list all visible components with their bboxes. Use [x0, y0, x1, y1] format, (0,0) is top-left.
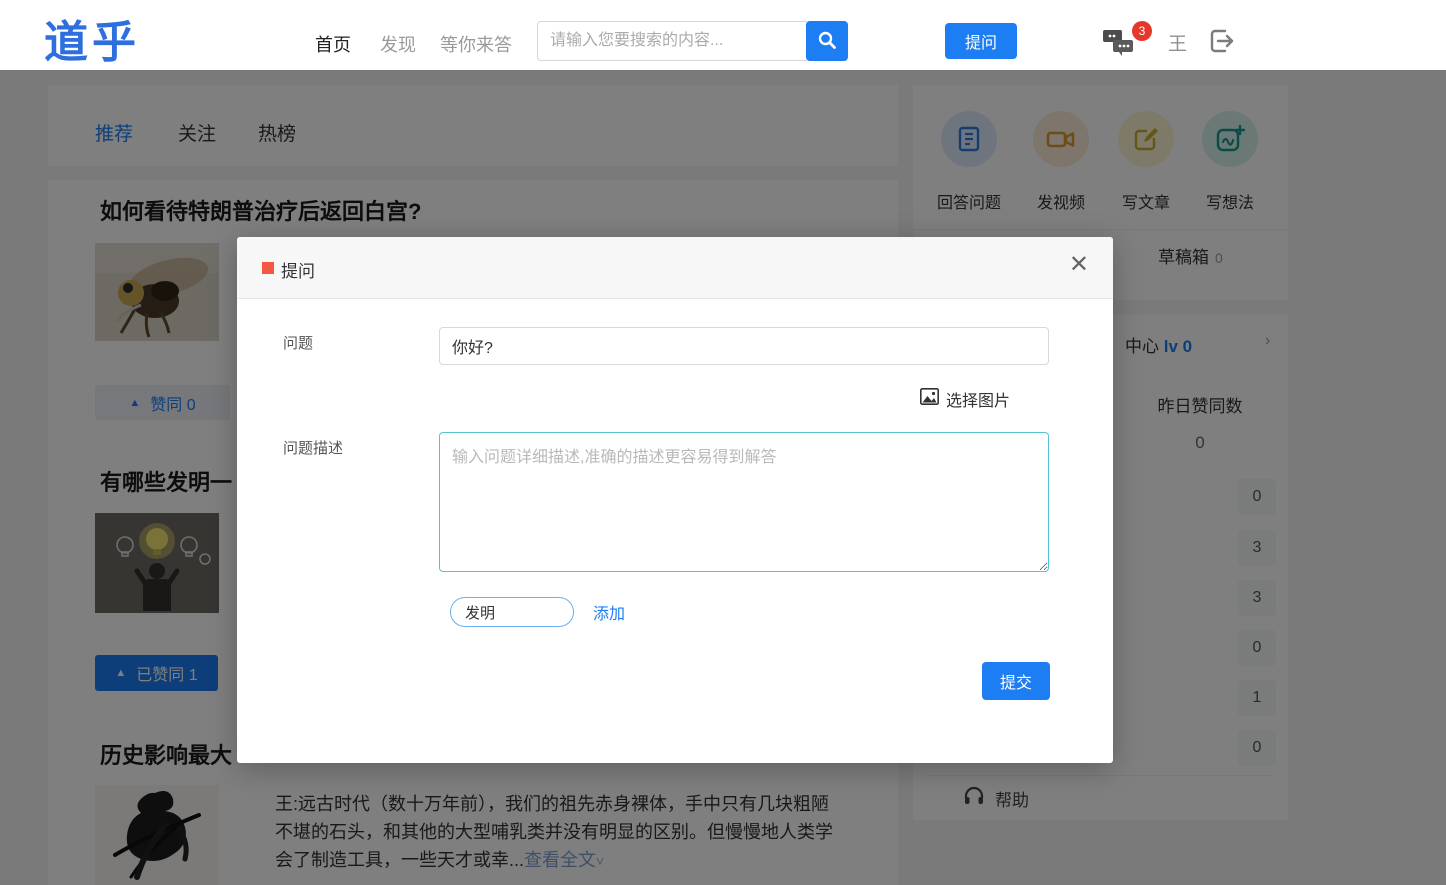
image-icon: [920, 388, 939, 410]
page: 道乎 首页 发现 等你来答 提问 3 王: [0, 0, 1446, 885]
question-description-textarea[interactable]: [439, 432, 1049, 572]
ask-question-button[interactable]: 提问: [945, 23, 1017, 59]
site-logo[interactable]: 道乎: [44, 6, 140, 70]
messages-count-badge: 3: [1132, 21, 1152, 41]
modal-header: 提问 ✕: [237, 237, 1113, 299]
description-field-label: 问题描述: [283, 440, 344, 457]
logout-icon[interactable]: [1208, 27, 1236, 55]
close-icon[interactable]: ✕: [1069, 253, 1089, 277]
add-tag-link[interactable]: 添加: [593, 600, 625, 624]
nav-item-discover[interactable]: 发现: [380, 31, 416, 57]
modal-title-marker: [262, 262, 274, 274]
submit-button[interactable]: 提交: [982, 662, 1050, 700]
search-bar: [537, 21, 848, 61]
search-input[interactable]: [537, 21, 807, 61]
tag-input-pill: [450, 597, 574, 627]
ask-question-modal: 提问 ✕ 问题 选择图片 问题描述 添加 提交: [237, 237, 1113, 763]
username-link[interactable]: 王: [1168, 29, 1187, 56]
tag-input[interactable]: [451, 598, 573, 626]
modal-title: 提问: [281, 262, 315, 281]
search-icon: [817, 30, 837, 53]
nav-item-home[interactable]: 首页: [315, 31, 351, 57]
choose-image-button[interactable]: 选择图片: [920, 387, 1010, 411]
navbar: 道乎 首页 发现 等你来答 提问 3 王: [0, 0, 1446, 70]
nav-item-waiting-answers[interactable]: 等你来答: [440, 31, 512, 57]
choose-image-label: 选择图片: [946, 393, 1011, 410]
question-title-input[interactable]: [439, 327, 1049, 365]
question-field-label: 问题: [283, 335, 314, 352]
search-button[interactable]: [806, 21, 848, 61]
messages-icon[interactable]: [1103, 26, 1135, 56]
